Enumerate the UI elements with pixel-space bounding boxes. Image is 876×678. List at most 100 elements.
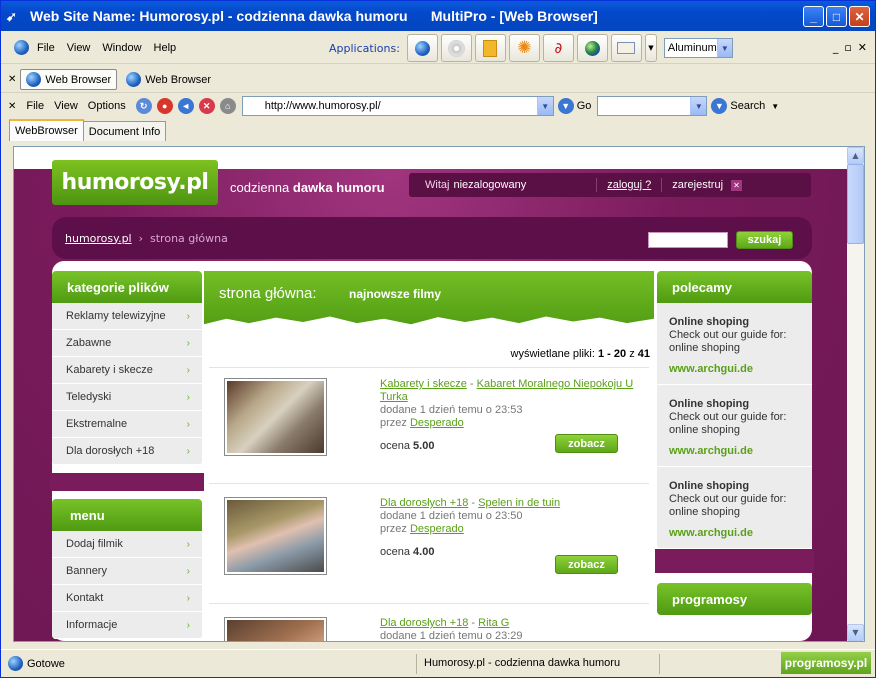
- menu-window[interactable]: Window: [102, 42, 141, 54]
- movie-title-link[interactable]: Spelen in de tuin: [478, 497, 560, 509]
- go-icon[interactable]: ▼: [557, 98, 574, 114]
- menu-help[interactable]: Help: [154, 42, 177, 54]
- title-bar: ➹ Web Site Name: Humorosy.pl - codzienna…: [1, 1, 875, 31]
- view-button[interactable]: zobacz: [555, 434, 618, 453]
- app-acrobat-button[interactable]: ∂: [542, 34, 574, 62]
- document-tabs: WebBrowser Document Info: [1, 119, 875, 141]
- app-cd-button[interactable]: [440, 34, 472, 62]
- mdi-minimize-button[interactable]: _: [833, 41, 839, 54]
- promo-link[interactable]: www.archgui.de: [669, 363, 812, 376]
- go-button[interactable]: Go: [577, 100, 592, 112]
- login-link[interactable]: zaloguj ?: [607, 179, 651, 191]
- refresh-icon[interactable]: ↻: [135, 98, 152, 114]
- tab-label: Web Browser: [145, 73, 212, 86]
- movie-added: dodane 1 dzień temu o 23:50: [380, 510, 523, 522]
- rating-label: ocena: [380, 440, 410, 452]
- back-icon[interactable]: ◄: [177, 98, 194, 114]
- menu-view[interactable]: View: [67, 42, 91, 54]
- apps-more-button[interactable]: ▼: [644, 34, 657, 62]
- app-notes-button[interactable]: [474, 34, 506, 62]
- content-area: kategorie plików Reklamy telewizyjne › Za…: [50, 261, 814, 641]
- register-link[interactable]: zarejestruj: [672, 179, 723, 191]
- thumbnail-image: [227, 620, 324, 641]
- category-item[interactable]: Dla dorosłych +18 ›: [52, 438, 202, 465]
- gear-icon: ✺: [517, 38, 532, 58]
- site-search-input[interactable]: [648, 232, 728, 248]
- movie-thumbnail[interactable]: [224, 497, 327, 575]
- search-button[interactable]: Search: [730, 100, 765, 112]
- movie-thumbnail[interactable]: [224, 378, 327, 456]
- column-gap: [50, 473, 204, 491]
- movie-category-link[interactable]: Kabarety i skecze: [380, 378, 467, 390]
- promo-item[interactable]: Online shoping Check out our guide for: …: [657, 467, 812, 549]
- promo-link[interactable]: www.archgui.de: [669, 445, 812, 458]
- stop-icon[interactable]: ●: [156, 98, 173, 114]
- movie-title-link[interactable]: Rita G: [478, 617, 509, 629]
- mdi-close-button[interactable]: ✕: [858, 41, 867, 54]
- nav-menu-file[interactable]: File: [26, 100, 44, 112]
- theme-select[interactable]: Aluminum ▼: [663, 38, 733, 58]
- vertical-scrollbar[interactable]: ▲ ▼: [847, 147, 864, 641]
- maximize-button[interactable]: □: [826, 6, 847, 27]
- category-item[interactable]: Teledyski ›: [52, 384, 202, 411]
- close-icon[interactable]: ✕: [731, 179, 743, 191]
- home-icon[interactable]: ⌂: [219, 98, 236, 114]
- window-title: Web Site Name: Humorosy.pl - codzienna d…: [30, 8, 598, 24]
- tab-web-browser-2[interactable]: Web Browser: [121, 69, 216, 90]
- tab-document-info[interactable]: Document Info: [82, 121, 167, 141]
- search-icon[interactable]: ▼: [711, 98, 728, 114]
- scroll-down-icon[interactable]: ▼: [847, 624, 864, 641]
- tab-webbrowser[interactable]: WebBrowser: [9, 119, 84, 141]
- mdi-restore-button[interactable]: ▫: [844, 41, 851, 54]
- menu-item[interactable]: Kontakt ›: [52, 585, 202, 612]
- scroll-up-icon[interactable]: ▲: [847, 147, 864, 164]
- menu-item[interactable]: Dodaj filmik ›: [52, 531, 202, 558]
- close-toolbar-icon[interactable]: ✕: [8, 101, 16, 112]
- app-earth-button[interactable]: [576, 34, 608, 62]
- promo-item[interactable]: Online shoping Check out our guide for: …: [657, 385, 812, 467]
- web-viewport[interactable]: humorosy.pl codzienna dawka humoru Witaj…: [13, 146, 865, 642]
- search-input[interactable]: ▼: [597, 96, 708, 116]
- globe-icon: [126, 72, 142, 87]
- close-page-icon[interactable]: ✕: [198, 98, 215, 114]
- nav-menu-options[interactable]: Options: [88, 100, 126, 112]
- breadcrumb-home[interactable]: humorosy.pl: [65, 232, 132, 245]
- category-label: Zabawne: [66, 337, 112, 349]
- movie-item: Dla dorosłych +18 - Spelen in de tuin do…: [224, 497, 644, 577]
- promo-link[interactable]: www.archgui.de: [669, 527, 812, 540]
- menu-file[interactable]: File: [37, 42, 55, 54]
- app-settings-button[interactable]: ✺: [508, 34, 540, 62]
- movie-thumbnail[interactable]: [224, 617, 327, 641]
- count-total: 41: [637, 348, 650, 360]
- app-globe-button[interactable]: [406, 34, 438, 62]
- category-item[interactable]: Kabarety i skecze ›: [52, 357, 202, 384]
- menu-item[interactable]: Bannery ›: [52, 558, 202, 585]
- chevron-right-icon: ›: [186, 445, 190, 457]
- close-tabs-icon[interactable]: ✕: [8, 74, 16, 85]
- address-bar[interactable]: http://www.humorosy.pl/ ▼: [241, 96, 554, 116]
- minimize-button[interactable]: _: [803, 6, 824, 27]
- movie-category-link[interactable]: Dla dorosłych +18: [380, 497, 468, 509]
- close-button[interactable]: ✕: [849, 6, 870, 27]
- tab-web-browser-1[interactable]: Web Browser: [20, 69, 118, 90]
- site-search-label: szukaj: [747, 234, 782, 246]
- app-icon: ➹: [6, 9, 17, 24]
- category-item[interactable]: Zabawne ›: [52, 330, 202, 357]
- programosy-box: programosy: [657, 583, 812, 615]
- site-search-button[interactable]: szukaj: [736, 231, 793, 249]
- categories-box: kategorie plików Reklamy telewizyjne › Za…: [52, 271, 202, 465]
- theme-select-value: Aluminum: [667, 42, 717, 54]
- view-button[interactable]: zobacz: [555, 555, 618, 574]
- author-link[interactable]: Desperado: [410, 417, 464, 429]
- scrollbar-thumb[interactable]: [847, 164, 864, 244]
- promo-item[interactable]: Online shoping Check out our guide for: …: [657, 303, 812, 385]
- movie-category-link[interactable]: Dla dorosłych +18: [380, 617, 468, 629]
- author-link[interactable]: Desperado: [410, 523, 464, 535]
- search-dropdown-icon[interactable]: ▼: [771, 102, 779, 111]
- category-item[interactable]: Reklamy telewizyjne ›: [52, 303, 202, 330]
- nav-menu-view[interactable]: View: [54, 100, 78, 112]
- site-logo[interactable]: humorosy.pl: [52, 160, 218, 205]
- app-mail-button[interactable]: [610, 34, 642, 62]
- menu-item[interactable]: Informacje ›: [52, 612, 202, 639]
- category-item[interactable]: Ekstremalne ›: [52, 411, 202, 438]
